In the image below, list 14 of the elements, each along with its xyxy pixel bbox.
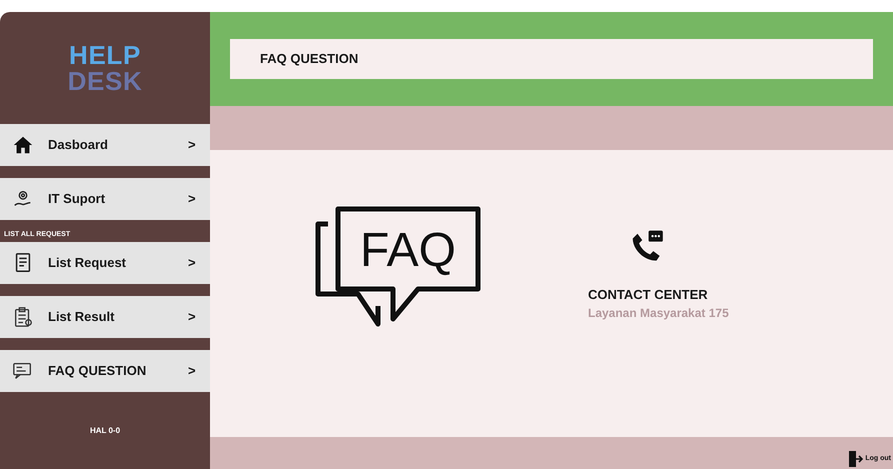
contact-number: Layanan Masyarakat 175 [588,307,729,319]
logo-text: HELP [69,42,141,68]
sidebar-item[interactable]: List Result > [0,296,210,338]
sidebar-item[interactable]: IT Suport > [0,178,210,220]
page-indicator: HAL 0-0 [90,424,120,436]
home-icon [12,134,34,156]
sidebar-item[interactable]: List Request > [0,242,210,284]
logo-text: DESK [68,68,142,94]
page-title: FAQ QUESTION [260,50,358,68]
sidebar-item[interactable]: FAQ QUESTION > [0,350,210,392]
contact-title: CONTACT CENTER [588,288,709,301]
sidebar-item[interactable]: Dasboard > [0,124,210,166]
exit-door-icon [849,451,864,467]
clipboard-icon [12,306,34,328]
